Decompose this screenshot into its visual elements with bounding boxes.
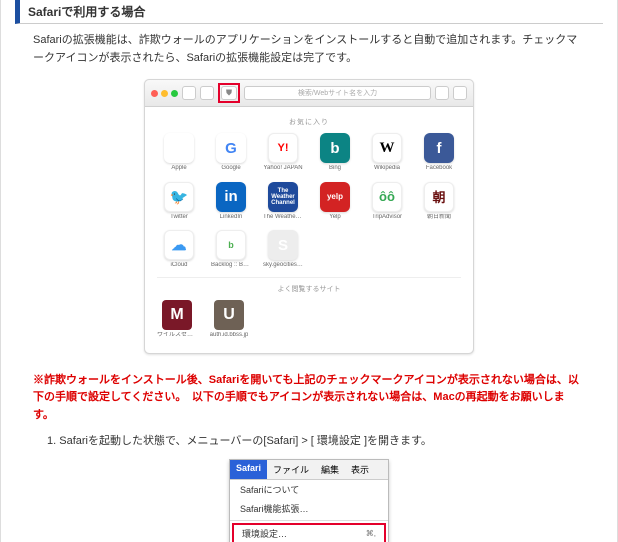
frequent-grid: Mウイルスセキュリティクラウド… Uauth.id.bbss.jp [157,300,461,339]
menu-item-about: Safariについて [230,480,388,499]
intro-paragraph: Safariの拡張機能は、詐欺ウォールのアプリケーションをインストールすると自動… [15,32,603,67]
menu-edit: 編集 [315,460,345,479]
fav-twitter: 🐦Twitter [159,182,199,221]
address-bar: 検索/Webサイト名を入力 [244,86,431,100]
menu-view: 表示 [345,460,375,479]
fav-facebook: fFacebook [419,133,459,172]
step-1: 1. Safariを起動した状態で、メニューバーの[Safari] > [ 環境… [47,432,571,451]
step-text: Safariを起動した状態で、メニューバーの[Safari] > [ 環境設定 … [59,435,432,447]
zoom-dot [171,90,178,97]
warning-note: ※詐欺ウォールをインストール後、Safariを開いても上記のチェックマークアイコ… [15,372,603,425]
extension-highlight-box: ⛊ [218,83,240,103]
safari-menu-screenshot: Safari ファイル 編集 表示 Safariについて Safari機能拡張…… [229,459,389,542]
sidebar-button [182,86,196,100]
fav-google: GGoogle [211,133,251,172]
freq-item-1: Mウイルスセキュリティクラウド… [157,300,197,339]
menu-safari: Safari [230,460,267,479]
fav-yelp: yelpYelp [315,182,355,221]
fav-yahoo: Y!Yahoo! JAPAN [263,133,303,172]
tabs-button [453,86,467,100]
fav-tripadvisor: ôôTripAdvisor [367,182,407,221]
close-dot [151,90,158,97]
fav-weather: TheWeatherChannelThe Weather Channel [263,182,303,221]
frequent-heading: よく閲覧するサイト [157,284,461,294]
fav-icloud: ☁iCloud [159,230,199,269]
share-button [435,86,449,100]
fav-asahi: 朝朝日新聞 [419,182,459,221]
fav-geocities: Ssky.geocities.jp/… [263,230,303,269]
fav-linkedin: inLinkedIn [211,182,251,221]
favorites-grid: Apple GGoogle Y!Yahoo! JAPAN bBing WWiki… [157,133,461,269]
menu-item-preferences-highlight: 環境設定…⌘, [232,523,386,542]
step-number: 1. [47,435,59,447]
freq-item-2: Uauth.id.bbss.jp [209,300,249,339]
menu-item-extensions: Safari機能拡張… [230,499,388,518]
extension-icon: ⛊ [221,86,237,100]
fav-backlog: bBacklog :: BBSS … [211,230,251,269]
minimize-dot [161,90,168,97]
menubar: Safari ファイル 編集 表示 [230,460,388,480]
menu-file: ファイル [267,460,315,479]
fav-wikipedia: WWikipedia [367,133,407,172]
nav-button [200,86,214,100]
favorites-heading: お気に入り [157,117,461,127]
safari-titlebar: ⛊ 検索/Webサイト名を入力 [145,80,473,107]
traffic-lights [151,90,178,97]
menu-item-preferences: 環境設定…⌘, [234,525,384,542]
section-heading: Safariで利用する場合 [15,0,603,24]
fav-apple: Apple [159,133,199,172]
fav-bing: bBing [315,133,355,172]
safari-window-screenshot: ⛊ 検索/Webサイト名を入力 お気に入り Apple GGoogle Y!Ya… [144,79,474,353]
